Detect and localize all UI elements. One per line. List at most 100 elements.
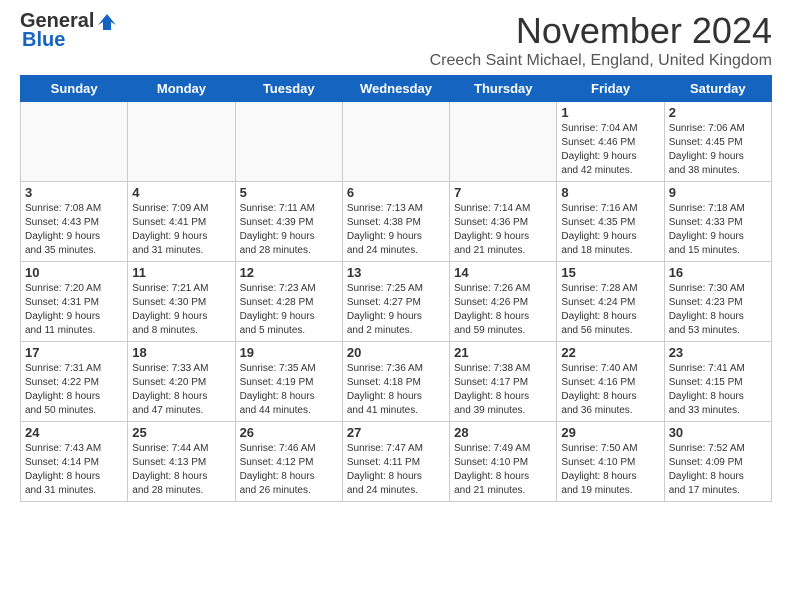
day-number: 25	[132, 425, 230, 440]
calendar-week-1: 3 Sunrise: 7:08 AM Sunset: 4:43 PM Daylig…	[21, 182, 772, 262]
day-info: Sunrise: 7:08 AM Sunset: 4:43 PM Dayligh…	[25, 202, 123, 258]
day-header-sunday: Sunday	[21, 76, 128, 102]
day-number: 4	[132, 185, 230, 200]
calendar-week-0: 1 Sunrise: 7:04 AM Sunset: 4:46 PM Daylig…	[21, 102, 772, 182]
day-info: Sunrise: 7:16 AM Sunset: 4:35 PM Dayligh…	[561, 202, 659, 258]
calendar-cell	[450, 102, 557, 182]
day-info: Sunrise: 7:04 AM Sunset: 4:46 PM Dayligh…	[561, 122, 659, 178]
day-info: Sunrise: 7:25 AM Sunset: 4:27 PM Dayligh…	[347, 282, 445, 338]
day-number: 26	[240, 425, 338, 440]
day-number: 21	[454, 345, 552, 360]
day-number: 13	[347, 265, 445, 280]
day-info: Sunrise: 7:26 AM Sunset: 4:26 PM Dayligh…	[454, 282, 552, 338]
day-info: Sunrise: 7:09 AM Sunset: 4:41 PM Dayligh…	[132, 202, 230, 258]
day-header-tuesday: Tuesday	[235, 76, 342, 102]
calendar-cell	[21, 102, 128, 182]
day-info: Sunrise: 7:14 AM Sunset: 4:36 PM Dayligh…	[454, 202, 552, 258]
day-number: 5	[240, 185, 338, 200]
day-number: 1	[561, 105, 659, 120]
day-number: 10	[25, 265, 123, 280]
calendar-cell	[128, 102, 235, 182]
day-info: Sunrise: 7:31 AM Sunset: 4:22 PM Dayligh…	[25, 362, 123, 418]
calendar-cell: 22 Sunrise: 7:40 AM Sunset: 4:16 PM Dayli…	[557, 342, 664, 422]
day-number: 29	[561, 425, 659, 440]
calendar-cell: 27 Sunrise: 7:47 AM Sunset: 4:11 PM Dayli…	[342, 422, 449, 502]
calendar-cell: 20Sunrise: 7:36 AM Sunset: 4:18 PM Dayli…	[342, 342, 449, 422]
logo: General Blue	[20, 10, 118, 52]
calendar-cell: 12 Sunrise: 7:23 AM Sunset: 4:28 PM Dayli…	[235, 262, 342, 342]
calendar-cell: 13 Sunrise: 7:25 AM Sunset: 4:27 PM Dayli…	[342, 262, 449, 342]
day-number: 7	[454, 185, 552, 200]
day-header-wednesday: Wednesday	[342, 76, 449, 102]
calendar-cell: 10Sunrise: 7:20 AM Sunset: 4:31 PM Dayli…	[21, 262, 128, 342]
day-info: Sunrise: 7:50 AM Sunset: 4:10 PM Dayligh…	[561, 442, 659, 498]
day-info: Sunrise: 7:33 AM Sunset: 4:20 PM Dayligh…	[132, 362, 230, 418]
logo-icon	[96, 11, 118, 33]
calendar-cell: 16 Sunrise: 7:30 AM Sunset: 4:23 PM Dayli…	[664, 262, 771, 342]
calendar-cell: 4 Sunrise: 7:09 AM Sunset: 4:41 PM Daylig…	[128, 182, 235, 262]
calendar-cell: 1 Sunrise: 7:04 AM Sunset: 4:46 PM Daylig…	[557, 102, 664, 182]
day-number: 8	[561, 185, 659, 200]
day-number: 14	[454, 265, 552, 280]
day-number: 2	[669, 105, 767, 120]
calendar-cell: 29 Sunrise: 7:50 AM Sunset: 4:10 PM Dayli…	[557, 422, 664, 502]
calendar-week-3: 17 Sunrise: 7:31 AM Sunset: 4:22 PM Dayli…	[21, 342, 772, 422]
day-header-monday: Monday	[128, 76, 235, 102]
day-number: 16	[669, 265, 767, 280]
day-info: Sunrise: 7:40 AM Sunset: 4:16 PM Dayligh…	[561, 362, 659, 418]
calendar-cell: 6 Sunrise: 7:13 AM Sunset: 4:38 PM Daylig…	[342, 182, 449, 262]
calendar-week-4: 24 Sunrise: 7:43 AM Sunset: 4:14 PM Dayli…	[21, 422, 772, 502]
calendar-cell: 15 Sunrise: 7:28 AM Sunset: 4:24 PM Dayli…	[557, 262, 664, 342]
month-title: November 2024	[430, 10, 772, 52]
day-info: Sunrise: 7:52 AM Sunset: 4:09 PM Dayligh…	[669, 442, 767, 498]
day-number: 20	[347, 345, 445, 360]
day-number: 19	[240, 345, 338, 360]
day-info: Sunrise: 7:06 AM Sunset: 4:45 PM Dayligh…	[669, 122, 767, 178]
calendar-wrapper: SundayMondayTuesdayWednesdayThursdayFrid…	[0, 75, 792, 512]
location: Creech Saint Michael, England, United Ki…	[430, 52, 772, 70]
calendar-cell: 23 Sunrise: 7:41 AM Sunset: 4:15 PM Dayli…	[664, 342, 771, 422]
day-info: Sunrise: 7:49 AM Sunset: 4:10 PM Dayligh…	[454, 442, 552, 498]
calendar-cell: 14 Sunrise: 7:26 AM Sunset: 4:26 PM Dayli…	[450, 262, 557, 342]
calendar-table: SundayMondayTuesdayWednesdayThursdayFrid…	[20, 75, 772, 502]
day-number: 30	[669, 425, 767, 440]
day-info: Sunrise: 7:41 AM Sunset: 4:15 PM Dayligh…	[669, 362, 767, 418]
day-number: 17	[25, 345, 123, 360]
day-number: 15	[561, 265, 659, 280]
day-info: Sunrise: 7:43 AM Sunset: 4:14 PM Dayligh…	[25, 442, 123, 498]
day-number: 12	[240, 265, 338, 280]
day-info: Sunrise: 7:38 AM Sunset: 4:17 PM Dayligh…	[454, 362, 552, 418]
day-number: 22	[561, 345, 659, 360]
day-info: Sunrise: 7:47 AM Sunset: 4:11 PM Dayligh…	[347, 442, 445, 498]
calendar-cell: 8 Sunrise: 7:16 AM Sunset: 4:35 PM Daylig…	[557, 182, 664, 262]
calendar-cell: 25 Sunrise: 7:44 AM Sunset: 4:13 PM Dayli…	[128, 422, 235, 502]
calendar-cell: 30 Sunrise: 7:52 AM Sunset: 4:09 PM Dayli…	[664, 422, 771, 502]
day-info: Sunrise: 7:44 AM Sunset: 4:13 PM Dayligh…	[132, 442, 230, 498]
day-number: 28	[454, 425, 552, 440]
title-area: November 2024 Creech Saint Michael, Engl…	[430, 10, 772, 70]
calendar-cell: 21 Sunrise: 7:38 AM Sunset: 4:17 PM Dayli…	[450, 342, 557, 422]
day-info: Sunrise: 7:28 AM Sunset: 4:24 PM Dayligh…	[561, 282, 659, 338]
day-number: 24	[25, 425, 123, 440]
calendar-cell: 5 Sunrise: 7:11 AM Sunset: 4:39 PM Daylig…	[235, 182, 342, 262]
calendar-cell: 18Sunrise: 7:33 AM Sunset: 4:20 PM Dayli…	[128, 342, 235, 422]
calendar-cell: 19Sunrise: 7:35 AM Sunset: 4:19 PM Dayli…	[235, 342, 342, 422]
page-header: General Blue November 2024 Creech Saint …	[0, 0, 792, 75]
calendar-cell	[235, 102, 342, 182]
day-number: 3	[25, 185, 123, 200]
day-info: Sunrise: 7:18 AM Sunset: 4:33 PM Dayligh…	[669, 202, 767, 258]
day-info: Sunrise: 7:30 AM Sunset: 4:23 PM Dayligh…	[669, 282, 767, 338]
day-info: Sunrise: 7:46 AM Sunset: 4:12 PM Dayligh…	[240, 442, 338, 498]
day-info: Sunrise: 7:23 AM Sunset: 4:28 PM Dayligh…	[240, 282, 338, 338]
day-info: Sunrise: 7:11 AM Sunset: 4:39 PM Dayligh…	[240, 202, 338, 258]
day-number: 23	[669, 345, 767, 360]
day-number: 27	[347, 425, 445, 440]
calendar-cell: 28 Sunrise: 7:49 AM Sunset: 4:10 PM Dayli…	[450, 422, 557, 502]
calendar-cell: 7 Sunrise: 7:14 AM Sunset: 4:36 PM Daylig…	[450, 182, 557, 262]
day-info: Sunrise: 7:13 AM Sunset: 4:38 PM Dayligh…	[347, 202, 445, 258]
calendar-cell: 26 Sunrise: 7:46 AM Sunset: 4:12 PM Dayli…	[235, 422, 342, 502]
calendar-cell: 9Sunrise: 7:18 AM Sunset: 4:33 PM Daylig…	[664, 182, 771, 262]
day-number: 6	[347, 185, 445, 200]
day-number: 11	[132, 265, 230, 280]
logo-blue-text: Blue	[22, 29, 65, 52]
